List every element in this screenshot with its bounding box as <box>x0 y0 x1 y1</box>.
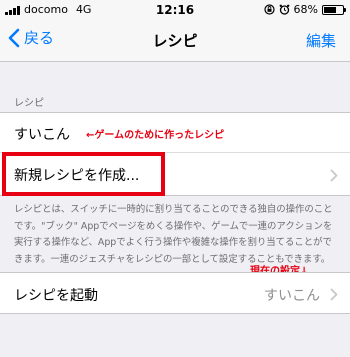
battery-percent: 68% <box>293 3 318 16</box>
recipe-name: すいこん <box>14 127 70 143</box>
status-right: 68% <box>263 3 346 16</box>
status-bar: docomo 4G 12:16 68% <box>0 0 350 20</box>
section-footer: レシピとは、スイッチに一時的に割り当てることのできる独自の操作のことです。"ブッ… <box>14 204 333 265</box>
navigation-bar: 戻る レシピ 編集 <box>0 20 350 62</box>
rotation-lock-icon <box>263 4 275 15</box>
highlight-box <box>2 152 165 196</box>
launch-recipe-value: すいこん <box>264 288 320 304</box>
section-header: レシピ <box>14 98 44 109</box>
chevron-right-icon <box>330 288 338 301</box>
recipe-annotation: ←ゲームのために作ったレシピ <box>86 130 225 141</box>
alarm-icon <box>279 4 289 15</box>
page-title: レシピ <box>152 32 198 50</box>
chevron-right-icon <box>330 169 338 182</box>
launch-recipe-cell[interactable]: レシピを起動 すいこん <box>0 272 350 314</box>
battery-fill <box>324 6 337 13</box>
edit-button[interactable]: 編集 <box>306 30 336 51</box>
launch-recipe-label: レシピを起動 <box>14 288 98 304</box>
battery-icon <box>322 4 346 15</box>
